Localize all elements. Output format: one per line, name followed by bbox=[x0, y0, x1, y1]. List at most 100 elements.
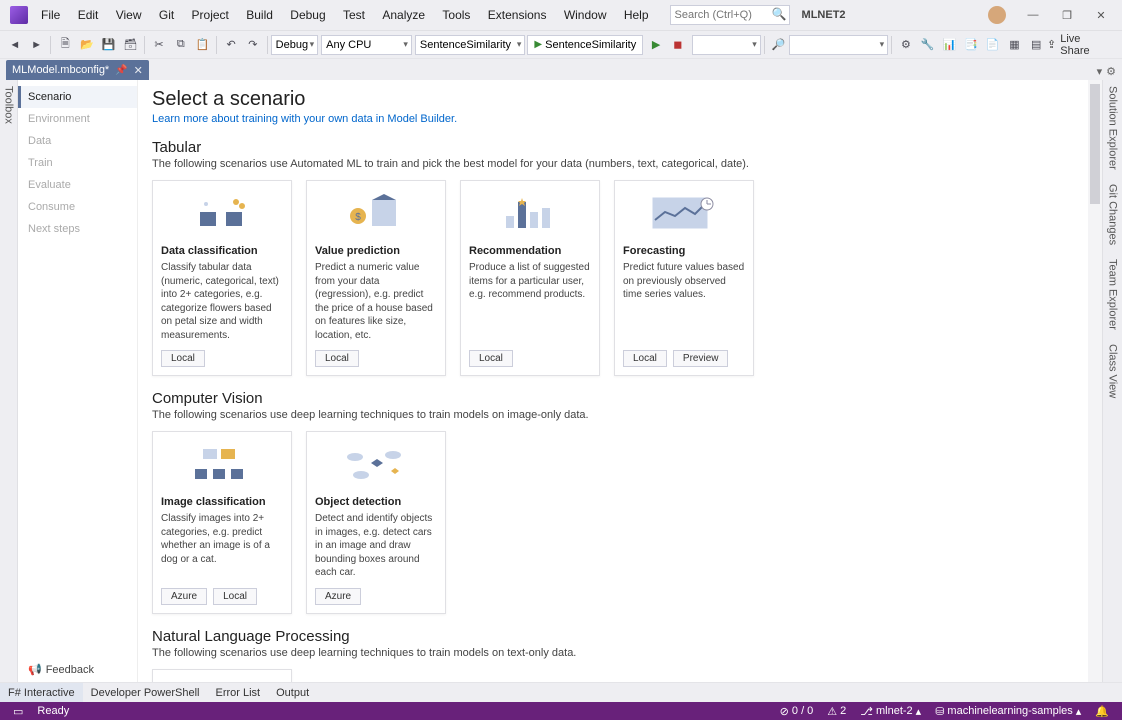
project-name[interactable]: MLNET2 bbox=[802, 9, 846, 21]
sidenav-data[interactable]: Data bbox=[18, 130, 137, 152]
menu-edit[interactable]: Edit bbox=[71, 4, 106, 26]
notifications-icon[interactable]: 🔔 bbox=[1088, 705, 1116, 718]
platform-dropdown[interactable]: Any CPU bbox=[321, 35, 412, 55]
local-button[interactable]: Local bbox=[623, 350, 667, 367]
stop-icon[interactable]: ◼ bbox=[668, 35, 688, 55]
local-button[interactable]: Local bbox=[213, 588, 257, 605]
vertical-scrollbar[interactable] bbox=[1088, 80, 1102, 682]
menu-tools[interactable]: Tools bbox=[435, 4, 477, 26]
git-changes-tab[interactable]: Git Changes bbox=[1107, 184, 1119, 245]
card-desc: Produce a list of suggested items for a … bbox=[469, 261, 591, 342]
menu-project[interactable]: Project bbox=[185, 4, 236, 26]
card-value-prediction[interactable]: $ Value prediction Predict a numeric val… bbox=[306, 180, 446, 376]
azure-button[interactable]: Azure bbox=[315, 588, 361, 605]
close-button[interactable]: ✕ bbox=[1084, 3, 1118, 27]
repo-indicator[interactable]: ⛁ machinelearning-samples ▴ bbox=[928, 705, 1088, 718]
preview-button[interactable]: Preview bbox=[673, 350, 729, 367]
tab-fsharp-interactive[interactable]: F# Interactive bbox=[0, 683, 83, 702]
menu-debug[interactable]: Debug bbox=[283, 4, 332, 26]
menu-extensions[interactable]: Extensions bbox=[481, 4, 554, 26]
local-button[interactable]: Local bbox=[161, 350, 205, 367]
tab-output[interactable]: Output bbox=[268, 683, 317, 702]
sidenav-next[interactable]: Next steps bbox=[18, 218, 137, 240]
vs-logo-icon bbox=[10, 6, 28, 24]
warnings-count[interactable]: ⚠ 2 bbox=[820, 705, 853, 718]
undo-icon[interactable]: ↶ bbox=[221, 35, 241, 55]
open-icon[interactable]: 📂 bbox=[77, 35, 97, 55]
process-dropdown[interactable] bbox=[692, 35, 761, 55]
forward-icon[interactable]: ► bbox=[27, 35, 47, 55]
cut-icon[interactable]: ✂ bbox=[149, 35, 169, 55]
minimize-button[interactable]: — bbox=[1016, 3, 1050, 27]
tool-7-icon[interactable]: ▤ bbox=[1026, 35, 1046, 55]
back-icon[interactable]: ◄ bbox=[5, 35, 25, 55]
new-project-icon[interactable]: 🗎 bbox=[55, 35, 75, 55]
redo-icon[interactable]: ↷ bbox=[243, 35, 263, 55]
menu-git[interactable]: Git bbox=[152, 4, 181, 26]
start-debug-button[interactable]: ▶SentenceSimilarity bbox=[527, 35, 643, 55]
card-image-classification[interactable]: Image classification Classify images int… bbox=[152, 431, 292, 614]
find-combo[interactable] bbox=[789, 35, 888, 55]
close-tab-icon[interactable]: ✕ bbox=[134, 64, 143, 77]
standard-toolbar: ◄ ► 🗎 📂 💾 🗃 ✂ ⧉ 📋 ↶ ↷ Debug Any CPU Sent… bbox=[0, 30, 1122, 58]
card-desc: Detect and identify objects in images, e… bbox=[315, 512, 437, 580]
azure-button[interactable]: Azure bbox=[161, 588, 207, 605]
learn-more-link[interactable]: Learn more about training with your own … bbox=[152, 113, 1088, 125]
sidenav-evaluate[interactable]: Evaluate bbox=[18, 174, 137, 196]
document-tabstrip: MLModel.mbconfig* 📌 ✕ ▾⚙ bbox=[0, 58, 1122, 80]
paste-icon[interactable]: 📋 bbox=[193, 35, 213, 55]
menu-build[interactable]: Build bbox=[239, 4, 280, 26]
menu-window[interactable]: Window bbox=[557, 4, 614, 26]
tab-dev-powershell[interactable]: Developer PowerShell bbox=[83, 683, 208, 702]
tab-settings-icon[interactable]: ⚙ bbox=[1106, 65, 1116, 78]
tool-5-icon[interactable]: 📄 bbox=[983, 35, 1003, 55]
local-button[interactable]: Local bbox=[315, 350, 359, 367]
card-text-classification[interactable]: Text classification Assign a label or ca… bbox=[152, 669, 292, 683]
feedback-link[interactable]: 📢Feedback bbox=[18, 657, 137, 682]
class-view-tab[interactable]: Class View bbox=[1107, 344, 1119, 398]
branch-indicator[interactable]: ⎇ mlnet-2 ▴ bbox=[853, 705, 928, 718]
menu-file[interactable]: File bbox=[34, 4, 67, 26]
tab-dropdown-icon[interactable]: ▾ bbox=[1097, 65, 1103, 78]
tool-4-icon[interactable]: 📑 bbox=[961, 35, 981, 55]
card-desc: Predict a numeric value from your data (… bbox=[315, 261, 437, 342]
tab-mlmodel[interactable]: MLModel.mbconfig* 📌 ✕ bbox=[6, 60, 149, 80]
tab-label: MLModel.mbconfig* bbox=[12, 64, 109, 76]
team-explorer-tab[interactable]: Team Explorer bbox=[1107, 259, 1119, 330]
tool-2-icon[interactable]: 🔧 bbox=[918, 35, 938, 55]
config-dropdown[interactable]: Debug bbox=[271, 35, 318, 55]
sidenav-train[interactable]: Train bbox=[18, 152, 137, 174]
sidenav-environment[interactable]: Environment bbox=[18, 108, 137, 130]
card-data-classification[interactable]: Data classification Classify tabular dat… bbox=[152, 180, 292, 376]
local-button[interactable]: Local bbox=[469, 350, 513, 367]
card-forecasting[interactable]: Forecasting Predict future values based … bbox=[614, 180, 754, 376]
find-icon[interactable]: 🔎 bbox=[769, 35, 789, 55]
card-object-detection[interactable]: Object detection Detect and identify obj… bbox=[306, 431, 446, 614]
save-all-icon[interactable]: 🗃 bbox=[121, 35, 141, 55]
menu-help[interactable]: Help bbox=[617, 4, 656, 26]
errors-count[interactable]: ⊘ 0 / 0 bbox=[773, 705, 821, 718]
sidenav-consume[interactable]: Consume bbox=[18, 196, 137, 218]
tab-error-list[interactable]: Error List bbox=[207, 683, 268, 702]
tool-1-icon[interactable]: ⚙ bbox=[896, 35, 916, 55]
user-avatar[interactable] bbox=[988, 6, 1006, 24]
sidenav-scenario[interactable]: Scenario bbox=[18, 86, 137, 108]
copy-icon[interactable]: ⧉ bbox=[171, 35, 191, 55]
menu-view[interactable]: View bbox=[109, 4, 149, 26]
save-icon[interactable]: 💾 bbox=[99, 35, 119, 55]
menu-analyze[interactable]: Analyze bbox=[375, 4, 432, 26]
start-nodebug-icon[interactable]: ▶ bbox=[646, 35, 666, 55]
solution-explorer-tab[interactable]: Solution Explorer bbox=[1107, 86, 1119, 170]
status-ready: Ready bbox=[30, 705, 76, 717]
live-share-button[interactable]: ⇪Live Share bbox=[1047, 33, 1112, 57]
toolbox-tab[interactable]: Toolbox bbox=[3, 86, 15, 124]
menu-test[interactable]: Test bbox=[336, 4, 372, 26]
tool-6-icon[interactable]: ▦ bbox=[1005, 35, 1025, 55]
search-icon: 🔍 bbox=[772, 7, 787, 21]
tool-3-icon[interactable]: 📊 bbox=[940, 35, 960, 55]
startup-dropdown[interactable]: SentenceSimilarity bbox=[415, 35, 526, 55]
maximize-button[interactable]: ❐ bbox=[1050, 3, 1084, 27]
card-recommendation[interactable]: Recommendation Produce a list of suggest… bbox=[460, 180, 600, 376]
pin-icon[interactable]: 📌 bbox=[115, 65, 127, 76]
scrollbar-thumb[interactable] bbox=[1090, 84, 1100, 204]
